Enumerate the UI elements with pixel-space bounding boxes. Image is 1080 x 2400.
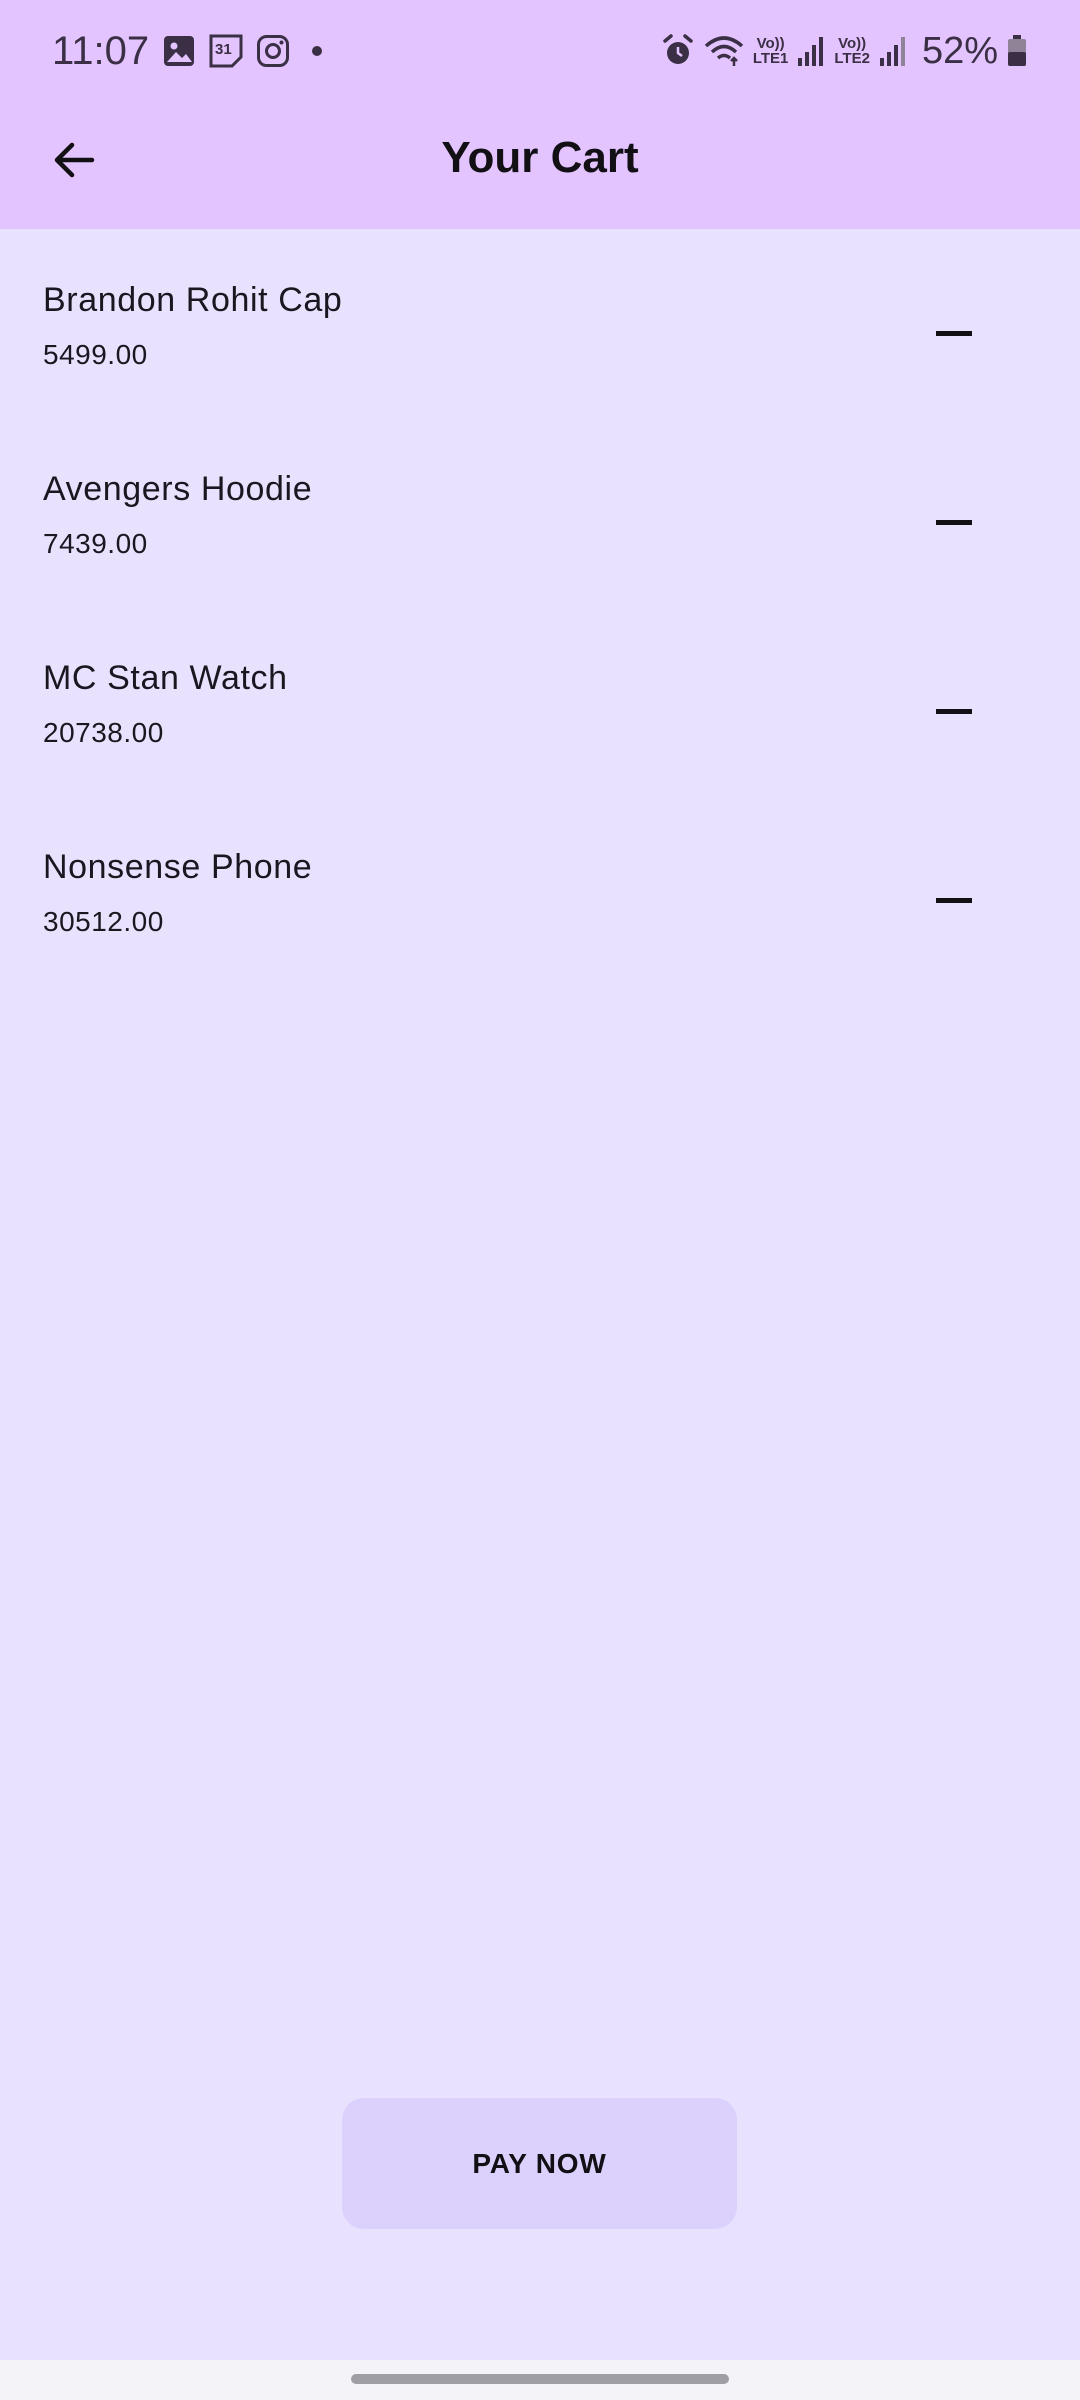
cart-item: MC Stan Watch 20738.00 xyxy=(0,607,1080,796)
notification-icons: 31 xyxy=(162,30,332,72)
cart-list: Brandon Rohit Cap 5499.00 Avengers Hoodi… xyxy=(0,229,1080,985)
minus-icon xyxy=(936,330,972,336)
status-time: 11:07 xyxy=(52,29,150,73)
gallery-icon xyxy=(162,34,196,68)
minus-icon xyxy=(936,519,972,525)
item-name: Brandon Rohit Cap xyxy=(43,281,343,319)
calendar-icon: 31 xyxy=(208,33,244,69)
page-title: Your Cart xyxy=(441,133,639,182)
sim2-label: Vo)) LTE2 xyxy=(834,36,870,66)
cart-item: Nonsense Phone 30512.00 xyxy=(0,796,1080,985)
signal-icon xyxy=(878,34,908,68)
remove-item-button[interactable] xyxy=(918,864,990,936)
gesture-handle[interactable] xyxy=(351,2374,729,2384)
alarm-icon xyxy=(661,33,695,69)
item-name: Avengers Hoodie xyxy=(43,470,313,508)
wifi-icon xyxy=(703,34,745,68)
sim2-volte-label: Vo)) xyxy=(838,35,867,52)
signal-icon xyxy=(796,34,826,68)
battery-icon xyxy=(1006,34,1028,68)
cart-item: Avengers Hoodie 7439.00 xyxy=(0,418,1080,607)
minus-icon xyxy=(936,708,972,714)
sim2-network-label: LTE2 xyxy=(834,50,870,67)
minus-icon xyxy=(936,897,972,903)
navigation-bar xyxy=(0,2360,1080,2400)
cart-screen: 11:07 31 Vo)) LTE1 Vo)) LTE2 52% Your Ca… xyxy=(0,0,1080,2400)
instagram-icon xyxy=(256,34,290,68)
item-price: 20738.00 xyxy=(43,717,164,748)
sim1-volte-label: Vo)) xyxy=(756,35,785,52)
top-bar: 11:07 31 Vo)) LTE1 Vo)) LTE2 52% Your Ca… xyxy=(0,0,1080,229)
status-bar: 11:07 31 Vo)) LTE1 Vo)) LTE2 52% xyxy=(0,0,1080,102)
sim1-label: Vo)) LTE1 xyxy=(753,36,789,66)
dot-icon xyxy=(302,34,332,68)
item-name: Nonsense Phone xyxy=(43,848,313,886)
item-price: 5499.00 xyxy=(43,339,148,370)
remove-item-button[interactable] xyxy=(918,675,990,747)
system-icons: Vo)) LTE1 Vo)) LTE2 52% xyxy=(650,22,1080,80)
item-name: MC Stan Watch xyxy=(43,659,288,697)
app-bar: Your Cart xyxy=(0,102,1080,229)
item-price: 30512.00 xyxy=(43,906,164,937)
remove-item-button[interactable] xyxy=(918,297,990,369)
battery-percent: 52% xyxy=(921,30,998,72)
pay-now-button[interactable]: PAY NOW xyxy=(342,2098,737,2229)
cart-item: Brandon Rohit Cap 5499.00 xyxy=(0,229,1080,418)
sim1-network-label: LTE1 xyxy=(752,50,789,67)
remove-item-button[interactable] xyxy=(918,486,990,558)
calendar-day: 31 xyxy=(215,41,232,58)
item-price: 7439.00 xyxy=(43,528,148,559)
